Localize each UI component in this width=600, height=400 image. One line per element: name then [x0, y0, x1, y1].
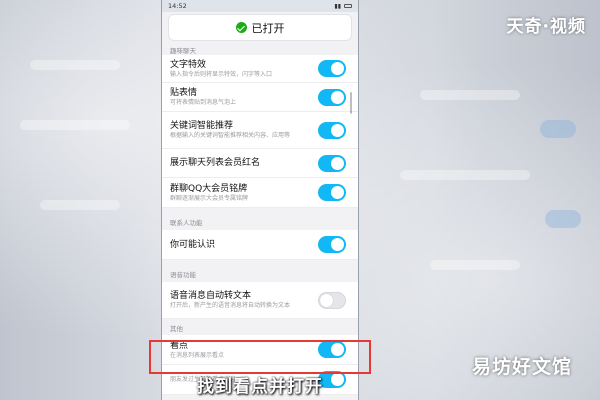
setting-desc: 打开后，新产生的语音消息将自动转换为文本 — [170, 302, 291, 309]
watermark-top: 天奇·视频 — [506, 17, 586, 37]
setting-title: 看点 — [170, 340, 189, 351]
setting-title: 贴表情 — [170, 88, 198, 98]
setting-item-may-know[interactable]: 你可能认识 — [162, 230, 358, 260]
toggle-knob — [331, 90, 344, 104]
toggle-voice-to-text[interactable] — [318, 291, 346, 309]
battery-icon — [344, 4, 352, 8]
setting-title: 展示聊天列表会员红名 — [170, 158, 261, 168]
setting-title: 语音消息自动转文本 — [170, 291, 252, 301]
blur-decoration — [420, 90, 520, 100]
status-icons: ▮▮ — [334, 3, 352, 10]
watermark-bottom: 易坊好文馆 — [471, 356, 572, 378]
blur-decoration — [545, 210, 581, 228]
signal-icon: ▮▮ — [334, 2, 341, 10]
setting-desc: 在消息列表展示看点 — [170, 351, 225, 359]
toggle-text-effects[interactable] — [318, 60, 346, 77]
toggle-knob — [331, 343, 344, 356]
opened-button[interactable]: 已打开 — [168, 14, 352, 41]
setting-title: 群聊QQ大会员铭牌 — [170, 183, 248, 194]
setting-item-keyword-recommend[interactable]: 关键词智能推荐 根据输入的关键词智能推荐相关内容、应用等 — [162, 112, 358, 149]
setting-desc: 输入指令后则将显示特效，闪字等入口 — [170, 70, 273, 78]
setting-item-vip-red-name[interactable]: 展示聊天列表会员红名 — [162, 149, 358, 178]
check-circle-icon — [235, 22, 247, 33]
toggle-vip-nameplate[interactable] — [318, 184, 346, 201]
blur-decoration — [540, 120, 576, 138]
video-subtitle: 找到看点并打开 — [197, 377, 323, 397]
setting-title: 关键词智能推荐 — [170, 121, 234, 131]
blur-decoration — [430, 260, 520, 270]
blur-decoration — [20, 120, 130, 130]
phone-screen: 14:52 ▮▮ 已打开 趣味聊天 文字特效 输入指令后则将显示特效，闪字等入口… — [161, 0, 359, 400]
blur-decoration — [400, 170, 530, 180]
toggle-knob — [331, 123, 344, 137]
setting-desc: 可将表情贴到消息气泡上 — [170, 99, 237, 106]
toggle-knob — [331, 62, 344, 75]
section-header-other: 其他 — [170, 325, 183, 333]
section-header-voice: 语音功能 — [170, 271, 196, 279]
setting-item-stickers[interactable]: 贴表情 可将表情贴到消息气泡上 — [162, 83, 358, 112]
toggle-knob — [331, 186, 344, 199]
toggle-vip-red-name[interactable] — [318, 154, 346, 172]
toggle-kandian[interactable] — [318, 341, 346, 358]
toggle-knob — [320, 293, 333, 307]
setting-title: 文字特效 — [170, 59, 207, 70]
setting-item-text-effects[interactable]: 文字特效 输入指令后则将显示特效，闪字等入口 — [162, 55, 358, 83]
blur-decoration — [40, 200, 120, 210]
section-header-fun-chat: 趣味聊天 — [170, 47, 196, 55]
toggle-stickers[interactable] — [318, 88, 346, 106]
status-time: 14:52 — [168, 2, 187, 10]
setting-item-kandian[interactable]: 看点 在消息列表展示看点 — [162, 335, 358, 365]
blur-decoration — [30, 60, 120, 70]
toggle-knob — [331, 156, 344, 170]
setting-item-voice-to-text[interactable]: 语音消息自动转文本 打开后，新产生的语音消息将自动转换为文本 — [162, 282, 358, 319]
toggle-keyword-recommend[interactable] — [318, 121, 346, 139]
opened-button-label: 已打开 — [251, 21, 285, 35]
toggle-knob — [331, 238, 344, 251]
status-bar: 14:52 ▮▮ — [162, 0, 358, 12]
setting-desc: 群聊逐渐展示大会员专属铭牌 — [170, 194, 249, 202]
section-header-contacts: 联系人功能 — [170, 219, 203, 227]
setting-desc: 根据输入的关键词智能推荐相关内容、应用等 — [170, 132, 291, 139]
scrollbar[interactable] — [350, 92, 352, 114]
toggle-may-know[interactable] — [318, 236, 346, 253]
setting-item-vip-nameplate[interactable]: 群聊QQ大会员铭牌 群聊逐渐展示大会员专属铭牌 — [162, 178, 358, 208]
setting-title: 你可能认识 — [170, 239, 216, 250]
